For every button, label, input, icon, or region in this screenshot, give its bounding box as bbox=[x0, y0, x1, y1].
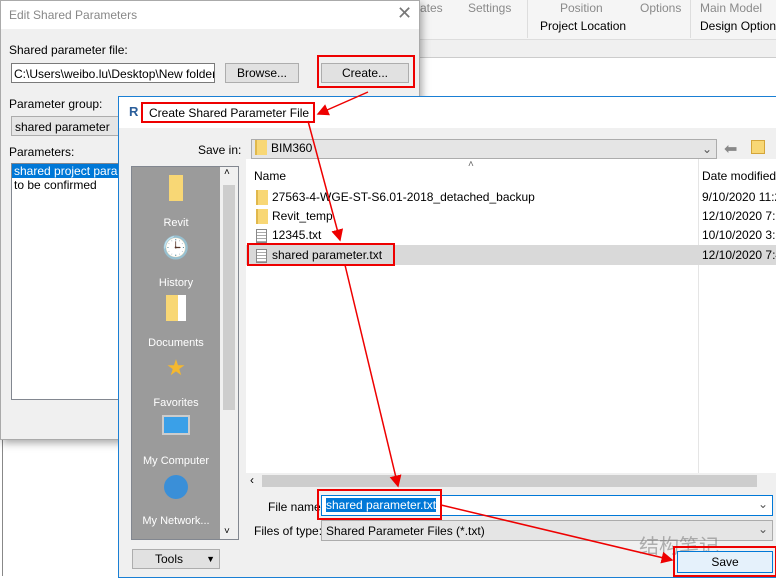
arrow bbox=[307, 120, 344, 242]
arrow bbox=[316, 91, 369, 116]
arrow bbox=[440, 504, 674, 564]
arrow bbox=[344, 264, 402, 488]
annotation-arrows bbox=[307, 91, 674, 564]
